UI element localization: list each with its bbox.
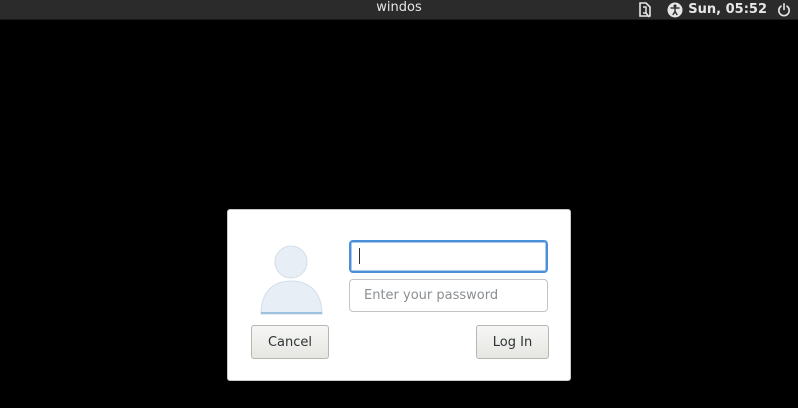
password-field[interactable] <box>349 279 548 312</box>
login-dialog: Cancel Log In <box>227 209 571 381</box>
log-in-button[interactable]: Log In <box>476 325 549 359</box>
username-field[interactable] <box>349 240 548 273</box>
cancel-button[interactable]: Cancel <box>251 325 329 359</box>
power-icon[interactable] <box>776 2 792 18</box>
keyboard-layout-icon[interactable] <box>637 1 653 18</box>
accessibility-icon[interactable] <box>667 2 683 18</box>
clock[interactable]: Sun, 05:52 <box>688 2 767 17</box>
top-bar: windos Sun, 05:52 <box>0 0 798 20</box>
user-avatar-icon <box>260 245 324 315</box>
system-tray: Sun, 05:52 <box>637 0 792 19</box>
text-caret <box>359 248 360 264</box>
